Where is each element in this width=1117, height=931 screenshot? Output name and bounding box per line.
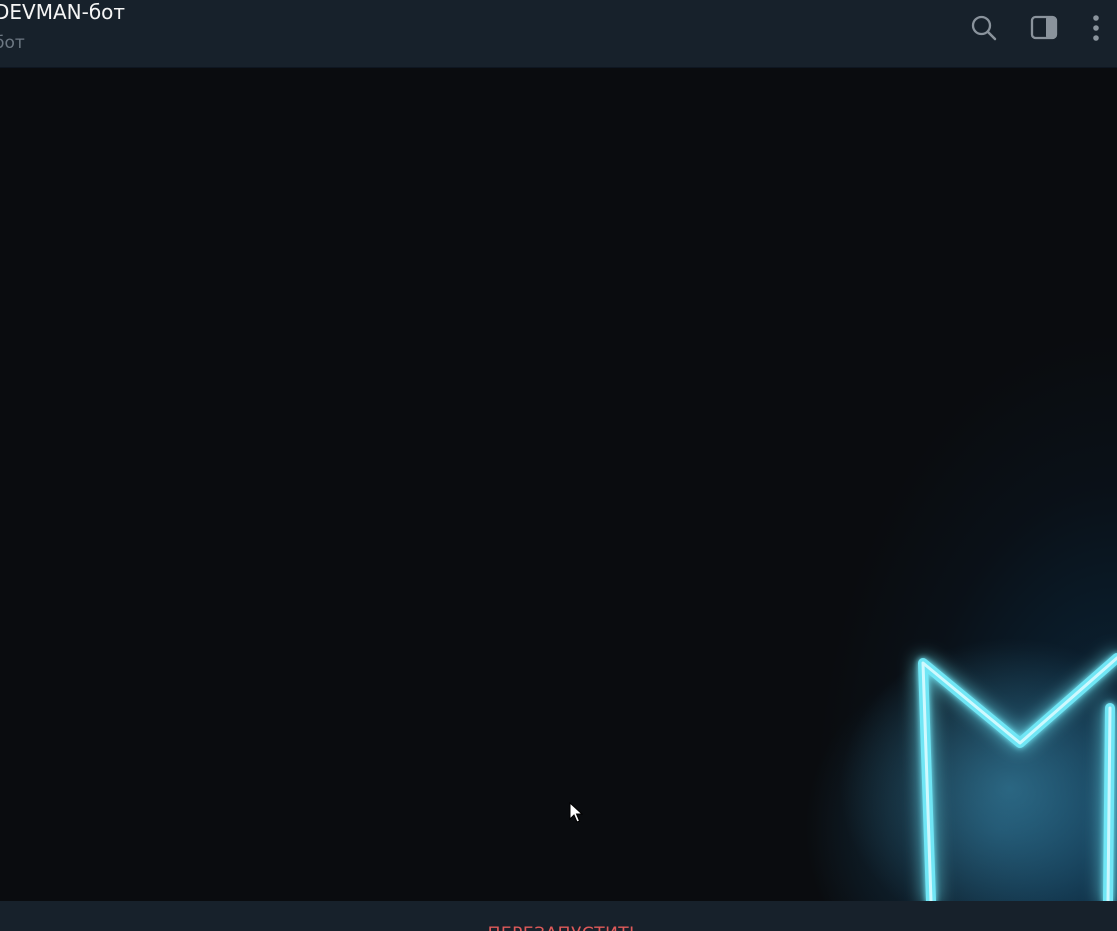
mouse-cursor-icon (569, 802, 583, 823)
sidebar-toggle-button[interactable] (1026, 12, 1062, 44)
search-icon (970, 14, 998, 42)
chat-subtitle: бот (0, 33, 25, 53)
search-button[interactable] (966, 12, 1002, 44)
chat-title[interactable]: DEVMAN-бот (0, 0, 125, 24)
neon-m-logo (840, 638, 1117, 901)
telegram-window: DEVMAN-бот бот (0, 0, 1117, 931)
sidebar-toggle-icon (1030, 15, 1058, 41)
more-button[interactable] (1080, 12, 1112, 44)
chat-header: DEVMAN-бот бот (0, 0, 1117, 68)
bottom-bar: ПЕРЕЗАПУСТИТЬ (0, 901, 1117, 931)
more-vertical-icon (1092, 14, 1100, 42)
chat-background (0, 68, 1117, 901)
restart-button[interactable]: ПЕРЕЗАПУСТИТЬ (0, 923, 1117, 931)
